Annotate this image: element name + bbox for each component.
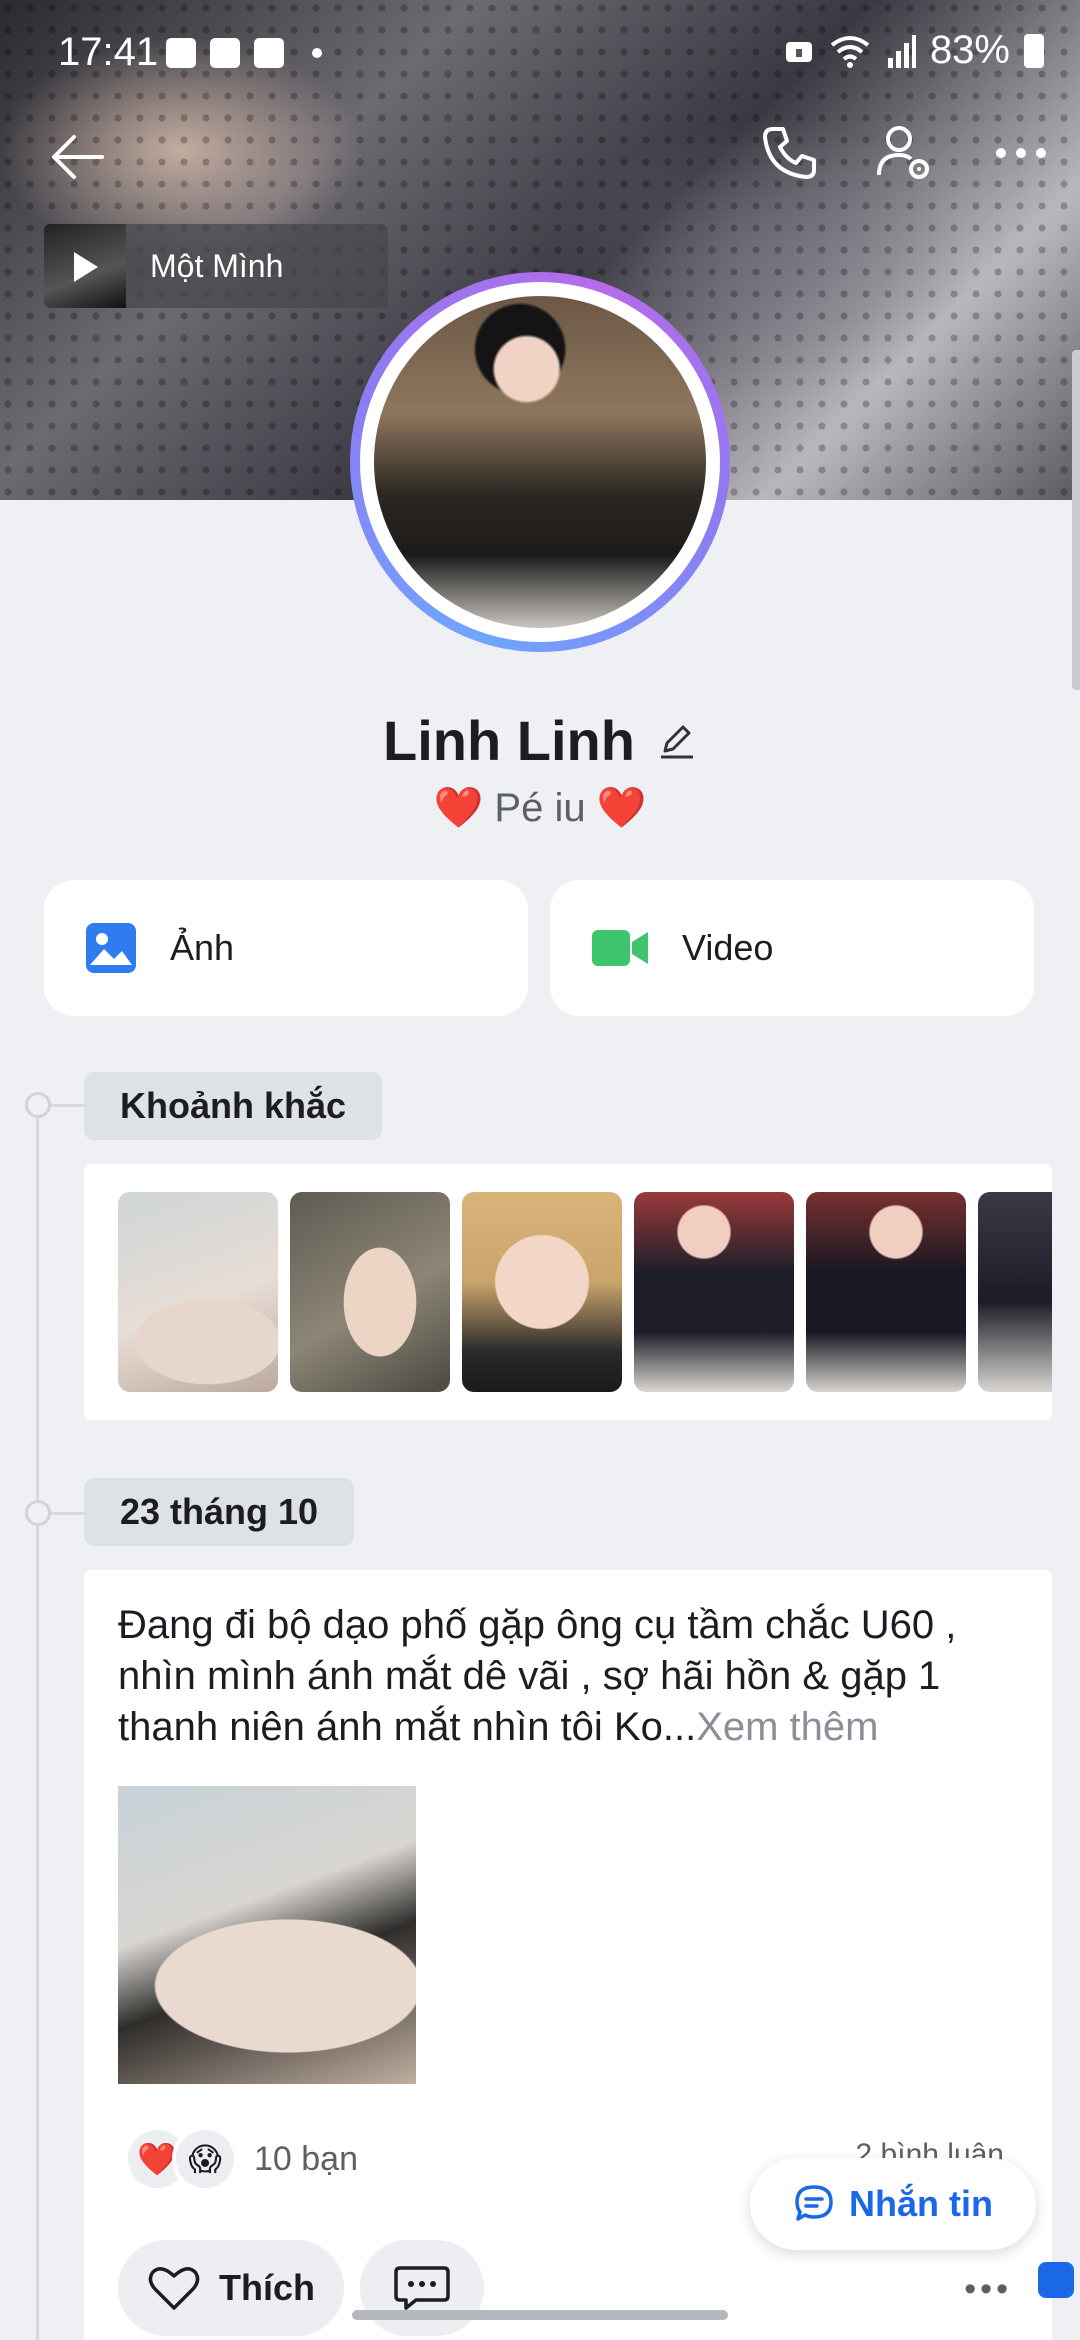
more-options-button[interactable] (986, 118, 1056, 188)
date-header: 23 tháng 10 (84, 1478, 355, 1546)
battery-percent: 83% (929, 28, 1010, 72)
music-title: Một Mình (150, 247, 284, 284)
comment-icon (394, 2266, 450, 2310)
more-horizontal-icon (996, 148, 1046, 158)
post-more-button[interactable]: ••• (964, 2270, 1012, 2309)
moment-thumbnail[interactable] (634, 1192, 794, 1392)
reaction-count: 10 bạn (254, 2139, 358, 2178)
wifi-icon (830, 35, 870, 68)
photos-label: Ảnh (170, 927, 235, 968)
moment-thumbnail[interactable] (290, 1192, 450, 1392)
moment-thumbnail[interactable] (462, 1192, 622, 1392)
signal-icon (887, 34, 916, 68)
back-button[interactable] (44, 122, 114, 192)
folder-lock-icon (785, 41, 812, 62)
phone-icon (763, 127, 816, 179)
battery-icon (1024, 33, 1044, 68)
timeline-line (36, 1104, 39, 2340)
video-button[interactable]: Video (550, 880, 1034, 1016)
avatar-photo (374, 296, 706, 628)
shocked-reaction-icon: 😱 (172, 2126, 238, 2192)
notification-icons (166, 38, 322, 68)
profile-name: Linh Linh (383, 709, 635, 772)
message-button[interactable]: Nhắn tin (750, 2158, 1036, 2250)
timeline-dot (25, 1092, 51, 1118)
status-bar: 17:41 83% (0, 0, 1080, 110)
video-camera-icon (592, 930, 648, 966)
name-row: Linh Linh (0, 708, 1080, 773)
checkbox-notification-icon (254, 38, 284, 68)
moment-thumbnail[interactable] (806, 1192, 966, 1392)
heart-outline-icon (148, 2267, 200, 2310)
moments-header: Khoảnh khắc (84, 1072, 383, 1140)
video-label: Video (682, 927, 774, 968)
moment-thumbnail[interactable] (978, 1192, 1052, 1392)
like-label: Thích (219, 2267, 315, 2308)
timeline-connector (50, 1104, 84, 1107)
post-text[interactable]: Đang đi bộ dạo phố gặp ông cụ tầm chắc U… (118, 1600, 1018, 1753)
reaction-summary[interactable]: ❤️ 😱 10 bạn (124, 2126, 358, 2192)
profile-screen: 17:41 83% Một Mình Linh Linh ❤️ Pé iu ❤️… (0, 0, 1080, 2340)
more-notifications-dot-icon (312, 48, 322, 58)
chat-bubble-icon (795, 2185, 833, 2221)
call-button[interactable] (754, 118, 824, 188)
profile-music[interactable]: Một Mình (44, 224, 388, 308)
image-icon (86, 923, 136, 973)
photos-button[interactable]: Ảnh (44, 880, 528, 1016)
edge-panel-handle[interactable] (1072, 350, 1080, 690)
home-indicator[interactable] (352, 2310, 728, 2320)
gallery-notification-icon (210, 38, 240, 68)
moment-thumbnail[interactable] (118, 1192, 278, 1392)
arrow-left-icon (52, 135, 104, 179)
comment-button[interactable] (360, 2240, 484, 2336)
gallery-notification-icon (166, 38, 196, 68)
profile-bio: ❤️ Pé iu ❤️ (433, 786, 647, 830)
status-time: 17:41 (58, 30, 159, 74)
edit-name-icon[interactable] (657, 721, 697, 761)
top-actions (754, 118, 1056, 188)
status-right: 83% (784, 28, 1044, 73)
moments-strip[interactable] (84, 1164, 1052, 1420)
play-icon (74, 252, 98, 282)
message-label: Nhắn tin (849, 2183, 993, 2224)
profile-settings-button[interactable] (870, 118, 940, 188)
like-button[interactable]: Thích (118, 2240, 344, 2336)
post-image[interactable] (118, 1786, 416, 2084)
timeline-connector (50, 1512, 84, 1515)
user-settings-icon (877, 126, 929, 179)
avatar[interactable] (350, 272, 730, 652)
timeline-dot (25, 1500, 51, 1526)
floating-app-icon[interactable] (1038, 2262, 1074, 2298)
music-thumbnail (44, 224, 126, 308)
see-more-link[interactable]: Xem thêm (696, 1705, 878, 1749)
